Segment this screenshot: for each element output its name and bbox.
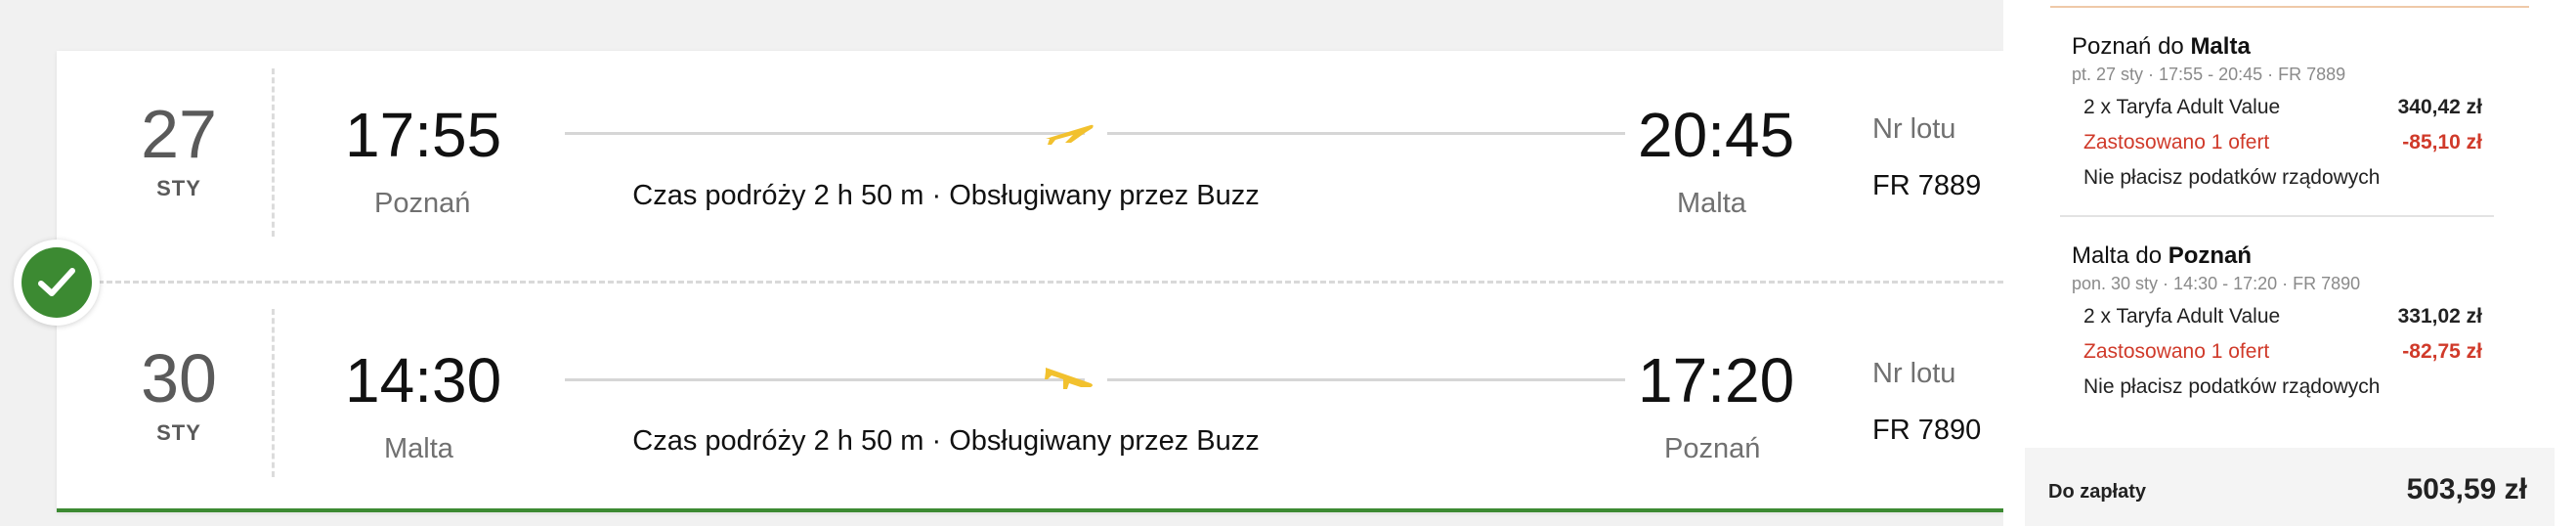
total-label: Do zapłaty <box>2048 481 2147 503</box>
flight-month: STY <box>156 420 201 445</box>
fare-label: 2 x Taryfa Adult Value <box>2083 96 2281 118</box>
fare-label: 2 x Taryfa Adult Value <box>2083 305 2281 328</box>
flight-duration: Czas podróży 2 h 50 m · Obsługiwany prze… <box>632 180 1260 211</box>
summary-route-meta: pon. 30 sty · 14:30 - 17:20 · FR 7890 <box>2072 274 2361 293</box>
departure-city: Malta <box>384 433 453 464</box>
arrival-time: 17:20 <box>1638 345 1795 416</box>
route-line-right <box>1107 132 1625 135</box>
fare-amount: 331,02 zł <box>2397 305 2482 328</box>
route-line-right <box>1107 378 1625 381</box>
date-divider <box>272 68 275 237</box>
flight-date: 30 STY <box>115 344 242 446</box>
tax-note: Nie płacisz podatków rządowych <box>2083 166 2381 189</box>
route-title-prefix: Poznań do <box>2072 33 2191 60</box>
check-icon <box>38 268 75 296</box>
segment-divider <box>98 281 2003 284</box>
check-badge-circle <box>21 247 92 318</box>
date-divider <box>272 309 275 477</box>
discount-label: Zastosowano 1 ofert <box>2083 131 2270 153</box>
summary-route-title: Malta do Poznań <box>2072 242 2551 270</box>
fare-amount: 340,42 zł <box>2397 96 2482 118</box>
summary-segment-outbound: Poznań do Malta pt. 27 sty · 17:55 - 20:… <box>2072 33 2551 209</box>
flight-segment-outbound: 27 STY 17:55 Poznań 20:45 Malta Czas pod… <box>57 51 2003 256</box>
total-value: 503,59 zł <box>2406 473 2527 505</box>
summary-route-meta: pt. 27 sty · 17:55 - 20:45 · FR 7889 <box>2072 65 2346 84</box>
route-line-left <box>565 132 1085 135</box>
departure-time: 17:55 <box>345 100 502 170</box>
flight-number-label: Nr lotu <box>1872 358 1956 389</box>
route-line-left <box>565 378 1085 381</box>
summary-route-title: Poznań do Malta <box>2072 33 2551 61</box>
flight-number: FR 7890 <box>1872 415 1982 446</box>
plane-takeoff-icon <box>1046 124 1094 145</box>
departure-time: 14:30 <box>345 345 502 416</box>
flight-date: 27 STY <box>115 100 242 201</box>
flight-day: 27 <box>141 96 217 172</box>
discount-amount: -85,10 zł <box>2402 131 2482 153</box>
price-summary-panel: Poznań do Malta pt. 27 sty · 17:55 - 20:… <box>2003 0 2576 526</box>
flight-month: STY <box>156 176 201 200</box>
flight-day: 30 <box>141 340 217 416</box>
selected-check-badge[interactable] <box>14 240 100 326</box>
summary-divider <box>2060 215 2494 217</box>
departure-city: Poznań <box>374 188 471 219</box>
arrival-time: 20:45 <box>1638 100 1795 170</box>
total-to-pay: Do zapłaty 503,59 zł <box>2025 448 2555 526</box>
arrival-city: Malta <box>1677 188 1746 219</box>
tax-note: Nie płacisz podatków rządowych <box>2083 375 2381 398</box>
route-title-destination: Poznań <box>2168 242 2253 269</box>
selected-indicator-bar <box>57 508 2003 512</box>
discount-amount: -82,75 zł <box>2402 340 2482 363</box>
discount-label: Zastosowano 1 ofert <box>2083 340 2270 363</box>
plane-landing-icon <box>1045 368 1093 389</box>
flight-duration: Czas podróży 2 h 50 m · Obsługiwany prze… <box>632 425 1260 457</box>
flight-number: FR 7889 <box>1872 170 1982 201</box>
arrival-city: Poznań <box>1664 433 1761 464</box>
route-title-prefix: Malta do <box>2072 242 2168 269</box>
summary-segment-return: Malta do Poznań pon. 30 sty · 14:30 - 17… <box>2072 242 2551 418</box>
route-title-destination: Malta <box>2190 33 2251 60</box>
flight-segment-return: 30 STY 14:30 Malta 17:20 Poznań Czas pod… <box>57 295 2003 501</box>
panel-top-border <box>2050 0 2529 8</box>
flight-number-label: Nr lotu <box>1872 113 1956 145</box>
